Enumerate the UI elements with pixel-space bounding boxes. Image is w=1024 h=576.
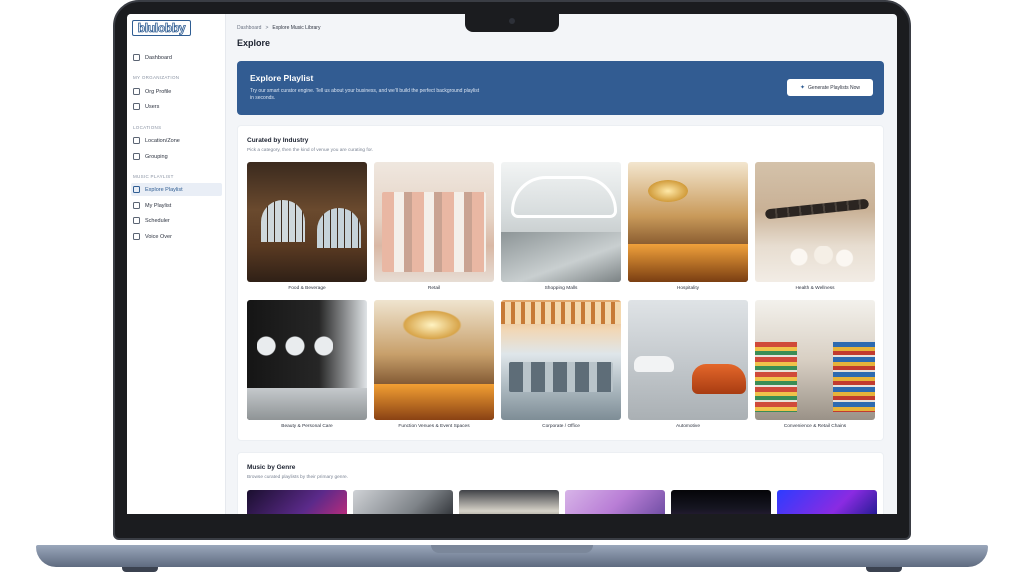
tile-label: Convenience & Retail Chains <box>783 424 847 429</box>
section-org: MY ORGANIZATION <box>133 75 180 80</box>
genre-tile[interactable] <box>247 490 347 514</box>
map-pin-icon <box>133 137 140 144</box>
tile-label: Beauty & Personal Care <box>281 424 333 429</box>
sidebar-item-my-playlist[interactable]: My Playlist <box>131 199 222 212</box>
brand-logo[interactable]: blulobby <box>132 20 191 36</box>
genre-grid <box>247 490 877 514</box>
industry-tile[interactable]: Shopping Malls <box>501 162 621 295</box>
genre-subtitle: Browse curated playlists by their primar… <box>247 475 349 480</box>
genre-tile[interactable] <box>353 490 453 514</box>
industry-tile[interactable]: Beauty & Personal Care <box>247 300 367 433</box>
users-icon <box>133 103 140 110</box>
sidebar-item-label: Grouping <box>145 153 168 160</box>
playlist-icon <box>133 202 140 209</box>
app-screen: blulobby Dashboard MY ORGANIZATION Org P… <box>127 14 897 514</box>
food-beverage-image <box>247 162 367 282</box>
layers-icon <box>133 153 140 160</box>
sidebar-item-label: My Playlist <box>145 202 172 209</box>
banner-description: Try our smart curator engine. Tell us ab… <box>250 88 480 101</box>
camera-icon <box>509 18 515 24</box>
industry-title: Curated by Industry <box>247 137 309 144</box>
industry-grid: Food & Beverage Retail Shopping Malls Ho… <box>247 162 876 433</box>
sidebar-item-explore-playlist[interactable]: Explore Playlist <box>131 183 222 196</box>
generate-playlists-button[interactable]: ✦ Generate Playlists Now <box>787 79 873 96</box>
explore-banner: Explore Playlist Try our smart curator e… <box>237 61 884 115</box>
tile-label: Function Venues & Event Spaces <box>398 424 470 429</box>
page-title: Explore <box>237 38 271 48</box>
generate-button-label: Generate Playlists Now <box>808 84 860 91</box>
building-icon <box>133 88 140 95</box>
tile-label: Health & Wellness <box>795 286 835 291</box>
sidebar-item-label: Dashboard <box>145 54 172 61</box>
laptop-frame: blulobby Dashboard MY ORGANIZATION Org P… <box>0 0 1024 576</box>
genre-tile[interactable] <box>459 490 559 514</box>
genre-title: Music by Genre <box>247 464 296 471</box>
convenience-retail-image <box>755 300 875 420</box>
industry-card: Curated by Industry Pick a category, the… <box>237 125 884 441</box>
industry-tile[interactable]: Corporate / Office <box>501 300 621 433</box>
breadcrumb-dashboard[interactable]: Dashboard <box>237 25 261 31</box>
retail-image <box>374 162 494 282</box>
breadcrumb: Dashboard > Explore Music Library <box>237 25 320 31</box>
sidebar-item-label: Voice Over <box>145 233 172 240</box>
sidebar-item-label: Org Profile <box>145 88 172 95</box>
industry-tile[interactable]: Convenience & Retail Chains <box>755 300 875 433</box>
microphone-icon <box>133 233 140 240</box>
tile-label: Food & Beverage <box>288 286 326 291</box>
sidebar-item-dashboard[interactable]: Dashboard <box>131 51 222 64</box>
sidebar-item-label: Explore Playlist <box>145 186 183 193</box>
sidebar-item-location-zone[interactable]: Location/Zone <box>131 134 222 147</box>
industry-tile[interactable]: Health & Wellness <box>755 162 875 295</box>
tile-label: Retail <box>427 286 441 291</box>
sidebar-item-label: Scheduler <box>145 217 170 224</box>
base-groove <box>431 545 593 553</box>
industry-tile[interactable]: Automotive <box>628 300 748 433</box>
laptop-foot <box>866 567 902 572</box>
tile-label: Shopping Malls <box>544 286 578 291</box>
main-content: Dashboard > Explore Music Library Explor… <box>226 14 897 514</box>
sidebar-item-grouping[interactable]: Grouping <box>131 150 222 163</box>
genre-card: Music by Genre Browse curated playlists … <box>237 452 884 514</box>
home-icon <box>133 54 140 61</box>
search-icon <box>133 186 140 193</box>
sidebar-item-users[interactable]: Users <box>131 100 222 113</box>
industry-tile[interactable]: Function Venues & Event Spaces <box>374 300 494 433</box>
camera-notch <box>465 12 559 32</box>
sidebar-item-scheduler[interactable]: Scheduler <box>131 214 222 227</box>
section-music: MUSIC PLAYLIST <box>133 174 174 179</box>
automotive-image <box>628 300 748 420</box>
section-locations: LOCATIONS <box>133 125 162 130</box>
tile-label: Corporate / Office <box>542 424 580 429</box>
industry-subtitle: Pick a category, then the kind of venue … <box>247 148 374 153</box>
laptop-foot <box>122 567 158 572</box>
sidebar-item-label: Location/Zone <box>145 137 180 144</box>
laptop-base <box>36 545 988 567</box>
genre-tile[interactable] <box>671 490 771 514</box>
tile-label: Automotive <box>676 424 700 429</box>
function-venues-image <box>374 300 494 420</box>
breadcrumb-separator: > <box>265 25 269 31</box>
genre-tile[interactable] <box>565 490 665 514</box>
shopping-malls-image <box>501 162 621 282</box>
sidebar-item-org-profile[interactable]: Org Profile <box>131 85 222 98</box>
genre-tile[interactable] <box>777 490 877 514</box>
industry-tile[interactable]: Retail <box>374 162 494 295</box>
sidebar-item-voice-over[interactable]: Voice Over <box>131 230 222 243</box>
industry-tile[interactable]: Hospitality <box>628 162 748 295</box>
health-wellness-image <box>755 162 875 282</box>
hospitality-image <box>628 162 748 282</box>
sidebar: blulobby Dashboard MY ORGANIZATION Org P… <box>127 14 226 514</box>
industry-tile[interactable]: Food & Beverage <box>247 162 367 295</box>
corporate-office-image <box>501 300 621 420</box>
tile-label: Hospitality <box>676 286 700 291</box>
breadcrumb-current: Explore Music Library <box>272 25 321 31</box>
calendar-icon <box>133 217 140 224</box>
banner-title: Explore Playlist <box>250 73 314 83</box>
sidebar-item-label: Users <box>145 103 160 110</box>
beauty-care-image <box>247 300 367 420</box>
sparkle-icon: ✦ <box>800 85 806 91</box>
